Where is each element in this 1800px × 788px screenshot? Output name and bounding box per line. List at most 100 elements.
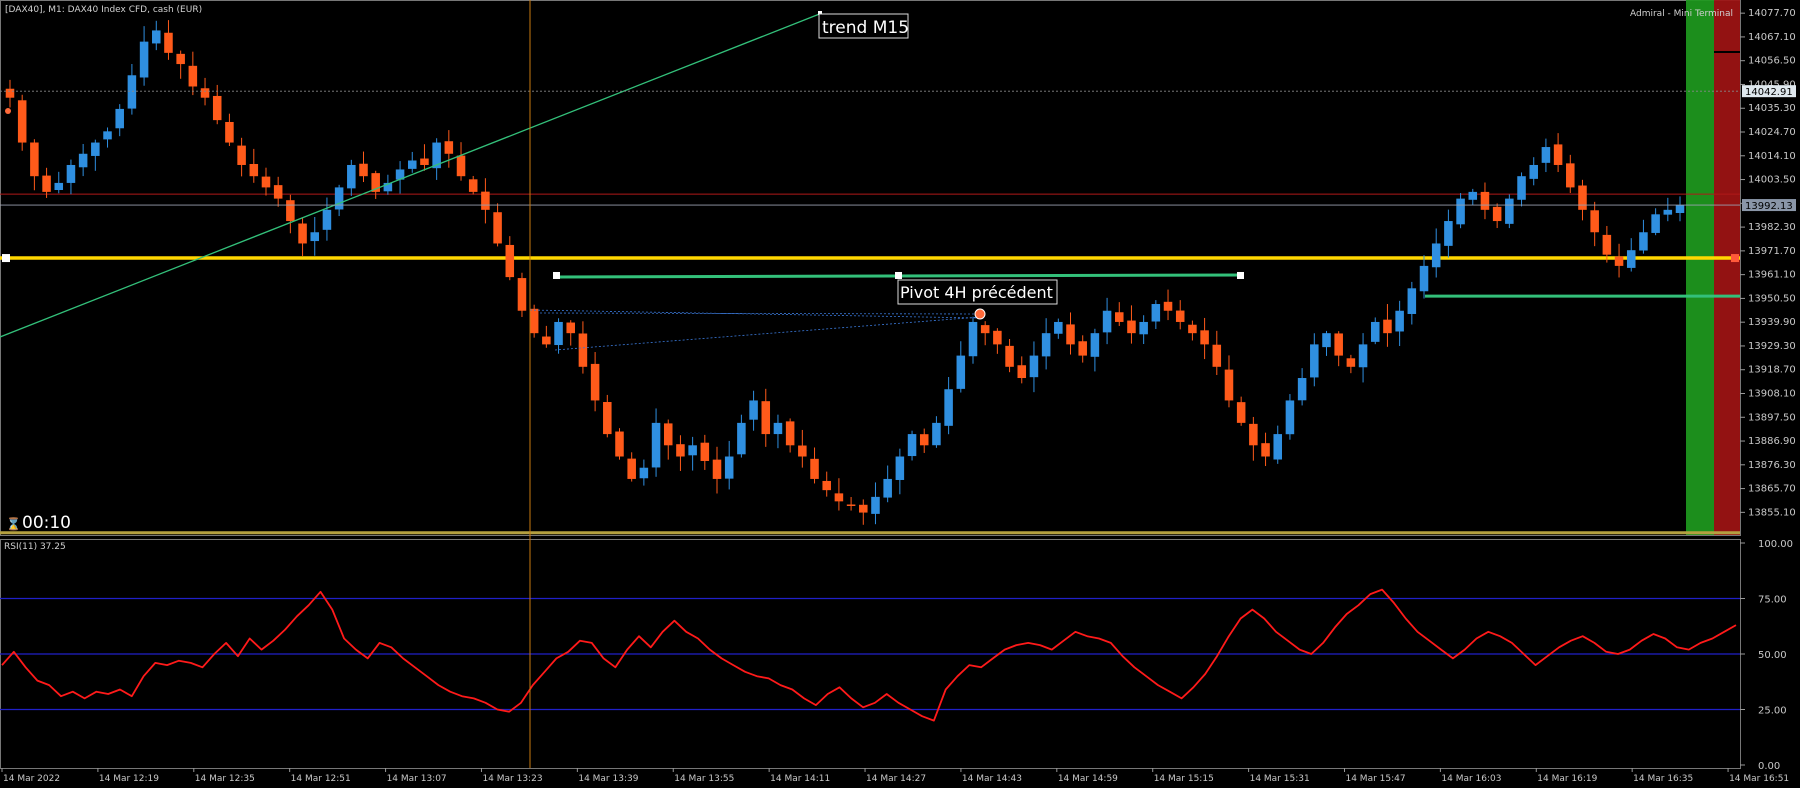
candle-body [286, 200, 295, 222]
x-tick-label: 14 Mar 15:47 [1345, 774, 1405, 784]
candle-body [1041, 333, 1051, 357]
candle-body [956, 355, 966, 389]
pivot-label-box[interactable]: Pivot 4H précédent [897, 279, 1058, 305]
candle-body [115, 108, 124, 129]
candle-body [176, 53, 185, 65]
candle-body [1212, 344, 1222, 367]
candle-body [980, 325, 990, 334]
candle-body [554, 321, 563, 346]
candle-body [334, 187, 344, 210]
candle-body [822, 480, 831, 491]
candle-body [444, 141, 454, 154]
candle-body [66, 164, 76, 183]
candle-body [1517, 176, 1526, 200]
candle-body [1651, 214, 1660, 233]
candle-body [871, 496, 880, 514]
x-tick-label: 14 Mar 12:19 [99, 774, 159, 784]
candle-body [590, 363, 600, 401]
candle-body [1066, 324, 1075, 345]
candle-body [1017, 365, 1027, 379]
red-zone [1714, 0, 1740, 535]
background [0, 0, 1800, 788]
candle-body [1090, 333, 1100, 357]
candle-body [785, 421, 795, 446]
candle-body [712, 459, 722, 479]
candle-body [1480, 191, 1490, 210]
rsi-y-tick-label: 0.00 [1758, 761, 1780, 772]
pivot-handle [895, 271, 902, 279]
candle-body [493, 212, 502, 244]
candle-body [30, 142, 39, 177]
candle-body [773, 422, 783, 435]
candle-body [993, 330, 1002, 345]
pivot-label: Pivot 4H précédent [900, 283, 1053, 302]
y-tick-label: 13961.10 [1748, 270, 1796, 281]
candle-body [1541, 147, 1551, 163]
y-tick-label: 14056.50 [1748, 56, 1796, 67]
candle-body [1163, 301, 1173, 311]
rsi-y-tick-label: 25.00 [1758, 706, 1787, 717]
candle-body [103, 131, 112, 140]
candle-body [895, 456, 905, 480]
candle-body [1346, 358, 1356, 367]
candle-body [627, 458, 636, 479]
candle-body [1054, 321, 1063, 334]
candle-body [1236, 402, 1246, 423]
candle-body [78, 153, 88, 168]
candle-body [237, 145, 246, 165]
candle-body [1358, 344, 1368, 368]
rsi-y-tick-label: 50.00 [1758, 650, 1787, 661]
chart-canvas[interactable]: 14077.7014067.1014056.5014045.9014035.30… [0, 0, 1800, 788]
candle-body [1639, 232, 1648, 251]
candle-body [578, 333, 588, 367]
candle-body [1200, 330, 1209, 345]
candle-body [761, 401, 771, 435]
hourglass-icon: ⌛ [6, 517, 21, 531]
y-tick-label: 13929.30 [1748, 341, 1796, 352]
pivot-handle [553, 271, 560, 279]
candle-body [1614, 256, 1624, 266]
candle-body [188, 65, 198, 87]
y-tick-label: 13897.50 [1748, 412, 1796, 423]
candle-body [310, 232, 320, 242]
x-tick-label: 14 Mar 16:03 [1441, 774, 1501, 784]
x-tick-label: 14 Mar 13:23 [482, 774, 542, 784]
candle-body [1029, 355, 1039, 378]
price-marker-label: 13992.13 [1745, 201, 1793, 212]
candle-body [1224, 369, 1234, 401]
y-tick-label: 14077.70 [1748, 8, 1796, 19]
candle-body [468, 179, 478, 192]
candle-body [651, 422, 661, 468]
candle-body [481, 191, 490, 210]
candle-body [91, 142, 100, 156]
candle-body [420, 158, 429, 165]
candle-body [1468, 191, 1478, 200]
candle-body [1663, 209, 1673, 215]
x-tick-label: 14 Mar 15:31 [1250, 774, 1310, 784]
candle-body [810, 458, 819, 479]
trend-label: trend M15 [822, 18, 909, 38]
candle-body [42, 175, 51, 192]
candle-body [1078, 341, 1087, 356]
candle-body [1115, 312, 1124, 322]
y-tick-label: 13918.70 [1748, 365, 1796, 376]
trend-label-box[interactable]: trend M15 [818, 13, 909, 39]
candle-body [749, 400, 758, 420]
candle-body [1285, 400, 1295, 435]
price-marker-label: 14042.91 [1745, 87, 1793, 98]
x-tick-label: 14 Mar 14:11 [770, 774, 830, 784]
candle-body [566, 322, 575, 334]
candle-body [542, 336, 551, 345]
x-tick-label: 14 Mar 14:27 [866, 774, 926, 784]
candle-body [1188, 324, 1197, 334]
candle-body [1675, 205, 1685, 213]
candle-body [663, 423, 673, 446]
y-tick-label: 13886.90 [1748, 436, 1796, 447]
pivot-handle [1237, 271, 1244, 279]
candle-body [700, 442, 710, 461]
candle-body [639, 467, 649, 479]
candle-body [127, 75, 137, 109]
candle-body [212, 95, 222, 121]
candle-body [200, 88, 210, 98]
candle-body [907, 434, 917, 457]
